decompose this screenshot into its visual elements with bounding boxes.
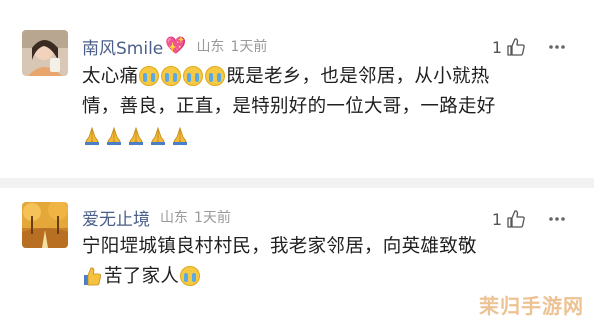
folded-hands-icon bbox=[173, 126, 187, 146]
comment-divider bbox=[0, 178, 594, 188]
timestamp: 1天前 bbox=[230, 39, 268, 55]
comment-text-line: 苦了家人 bbox=[82, 262, 582, 292]
folded-hands-icon bbox=[129, 126, 143, 146]
more-options-icon[interactable] bbox=[548, 216, 566, 222]
thumbs-up-icon[interactable] bbox=[506, 37, 526, 57]
like-count: 1 bbox=[491, 37, 502, 57]
emoji-row bbox=[82, 122, 582, 152]
comment-text-line: 情，善良，正直，是特别好的一位大哥，一路走好 bbox=[82, 96, 496, 117]
avatar[interactable] bbox=[22, 202, 68, 248]
folded-hands-icon bbox=[151, 126, 165, 146]
comment-text-line: 太心痛 既是老乡，也是邻居，从小就热 bbox=[82, 66, 490, 87]
loudly-crying-face-icon bbox=[205, 66, 226, 86]
like-count: 1 bbox=[491, 209, 502, 229]
comment-actions: 1 bbox=[492, 208, 566, 230]
more-options-icon[interactable] bbox=[548, 44, 566, 50]
loudly-crying-face-icon bbox=[161, 66, 182, 86]
thumbs-up-icon[interactable] bbox=[506, 209, 526, 229]
comment-text-line: 宁阳堽城镇良村村民，我老家邻居，向英雄致敬 bbox=[82, 236, 477, 257]
comment-text: 太心痛 既是老乡，也是邻居，从小就热 情，善良，正直，是特别好的一位大哥，一路走好 bbox=[82, 62, 582, 152]
location: 山东 bbox=[160, 210, 188, 226]
watermark: 茉归手游网 bbox=[479, 294, 584, 318]
loudly-crying-face-icon bbox=[139, 66, 160, 86]
heart-badge-icon: 💖 bbox=[165, 36, 187, 56]
timestamp: 1天前 bbox=[194, 210, 231, 226]
username[interactable]: 爱无止境 bbox=[82, 205, 150, 230]
comment-actions: 1 bbox=[492, 36, 566, 58]
comment-text: 宁阳堽城镇良村村民，我老家邻居，向英雄致敬 苦了家人 bbox=[82, 232, 582, 292]
comment-meta: 爱无止境 山东 1天前 bbox=[82, 205, 231, 230]
comment-item: 南风Smile 💖 山东 1天前 1 太心痛 既是老乡，也是邻居，从小就热 情，善… bbox=[0, 0, 594, 178]
folded-hands-icon bbox=[85, 126, 99, 146]
comment-meta: 南风Smile 💖 山东 1天前 bbox=[82, 34, 268, 59]
loudly-crying-face-icon bbox=[183, 66, 204, 86]
avatar[interactable] bbox=[22, 30, 68, 76]
loudly-crying-face-icon bbox=[180, 266, 201, 286]
username[interactable]: 南风Smile bbox=[82, 34, 163, 59]
location: 山东 bbox=[196, 39, 225, 55]
thumbs-up-emoji-icon bbox=[84, 267, 101, 286]
folded-hands-icon bbox=[107, 126, 121, 146]
